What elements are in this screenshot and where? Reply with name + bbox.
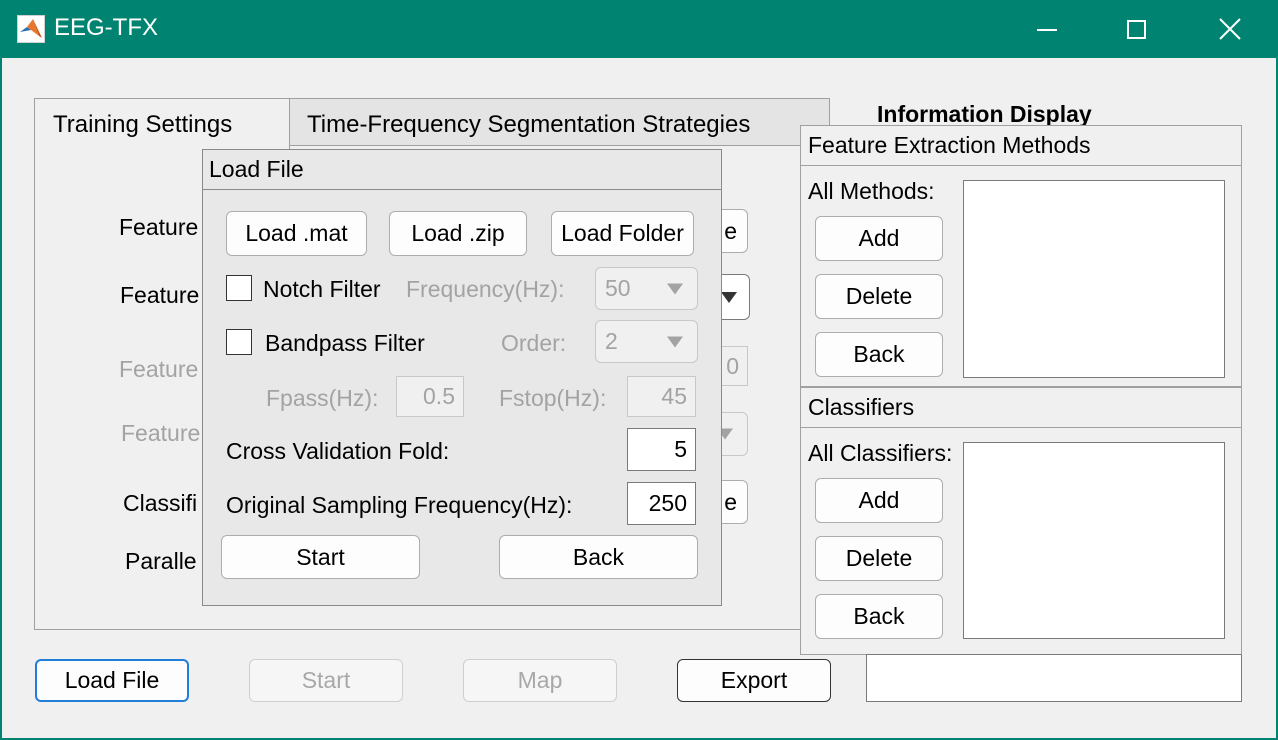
matlab-logo-icon [17,15,45,43]
cv-fold-label: Cross Validation Fold: [226,438,450,464]
tab-label: Time-Frequency Segmentation Strategies [307,111,751,138]
feature-label-3: Feature [119,356,199,382]
bandpass-filter-label: Bandpass Filter [265,330,425,356]
feature-methods-title: Feature Extraction Methods [808,132,1091,158]
methods-add-button[interactable]: Add [815,216,943,261]
window-title: EEG-TFX [54,14,159,41]
tab-label: Training Settings [53,111,233,138]
classifiers-back-button[interactable]: Back [815,594,943,639]
cv-fold-field[interactable]: 5 [627,428,696,471]
load-folder-button[interactable]: Load Folder [551,211,694,256]
button-fragment: e [724,488,737,515]
button-fragment: e [724,217,737,244]
field-fragment: 0 [726,352,739,379]
tab-training-settings[interactable]: Training Settings [35,99,290,149]
dialog-start-button[interactable]: Start [221,535,420,579]
feature-label-2: Feature [120,282,200,308]
fpass-label: Fpass(Hz): [266,385,379,411]
notch-filter-label: Notch Filter [263,276,381,302]
classifiers-add-button[interactable]: Add [815,478,943,523]
fstop-label: Fstop(Hz): [499,385,607,411]
dialog-title: Load File [209,156,304,182]
all-classifiers-label: All Classifiers: [808,440,953,466]
methods-listbox[interactable] [963,180,1225,378]
load-mat-button[interactable]: Load .mat [226,211,367,256]
bandpass-filter-checkbox[interactable] [226,329,252,355]
fstop-value: 45 [661,383,687,409]
methods-delete-button[interactable]: Delete [815,274,943,319]
fstop-field[interactable]: 45 [627,376,696,417]
feature-label-1: Feature [119,214,199,240]
fpass-value: 0.5 [423,383,455,409]
info-display-heading: Information Display [877,101,1092,127]
order-label: Order: [501,330,567,356]
minimize-icon[interactable] [1025,0,1069,58]
dialog-back-button[interactable]: Back [499,535,698,579]
sampling-frequency-label: Original Sampling Frequency(Hz): [226,492,573,518]
close-icon[interactable] [1208,0,1252,58]
classifier-label: Classifi [123,490,198,516]
frequency-label: Frequency(Hz): [406,276,565,302]
map-button[interactable]: Map [463,659,617,702]
panel-divider [801,165,1241,166]
title-bar: EEG-TFX [0,0,1278,58]
info-display-textbox[interactable] [866,654,1242,702]
feature-label-4: Feature [121,420,201,446]
start-button[interactable]: Start [249,659,403,702]
sampling-frequency-value: 250 [648,490,687,516]
classifiers-delete-button[interactable]: Delete [815,536,943,581]
frequency-dropdown[interactable]: 50 [595,267,698,310]
classifiers-title: Classifiers [808,394,915,420]
notch-filter-checkbox[interactable] [226,275,252,301]
chevron-down-icon [667,283,683,294]
dialog-divider [203,189,721,190]
load-file-button[interactable]: Load File [35,659,189,702]
tab-segmentation-strategies[interactable]: Time-Frequency Segmentation Strategies [291,99,829,145]
methods-back-button[interactable]: Back [815,332,943,377]
cv-fold-value: 5 [674,436,687,462]
panel-divider [801,427,1241,428]
frequency-value: 50 [605,275,631,301]
export-button[interactable]: Export [677,659,831,702]
load-zip-button[interactable]: Load .zip [389,211,527,256]
parallel-label: Paralle [125,548,197,574]
maximize-icon[interactable] [1115,0,1159,58]
fpass-field[interactable]: 0.5 [396,376,464,417]
all-methods-label: All Methods: [808,178,935,204]
chevron-down-icon [667,336,683,347]
order-dropdown[interactable]: 2 [595,320,698,363]
order-value: 2 [605,328,618,354]
sampling-frequency-field[interactable]: 250 [627,482,696,525]
classifiers-listbox[interactable] [963,442,1225,639]
chevron-down-icon [721,292,737,303]
